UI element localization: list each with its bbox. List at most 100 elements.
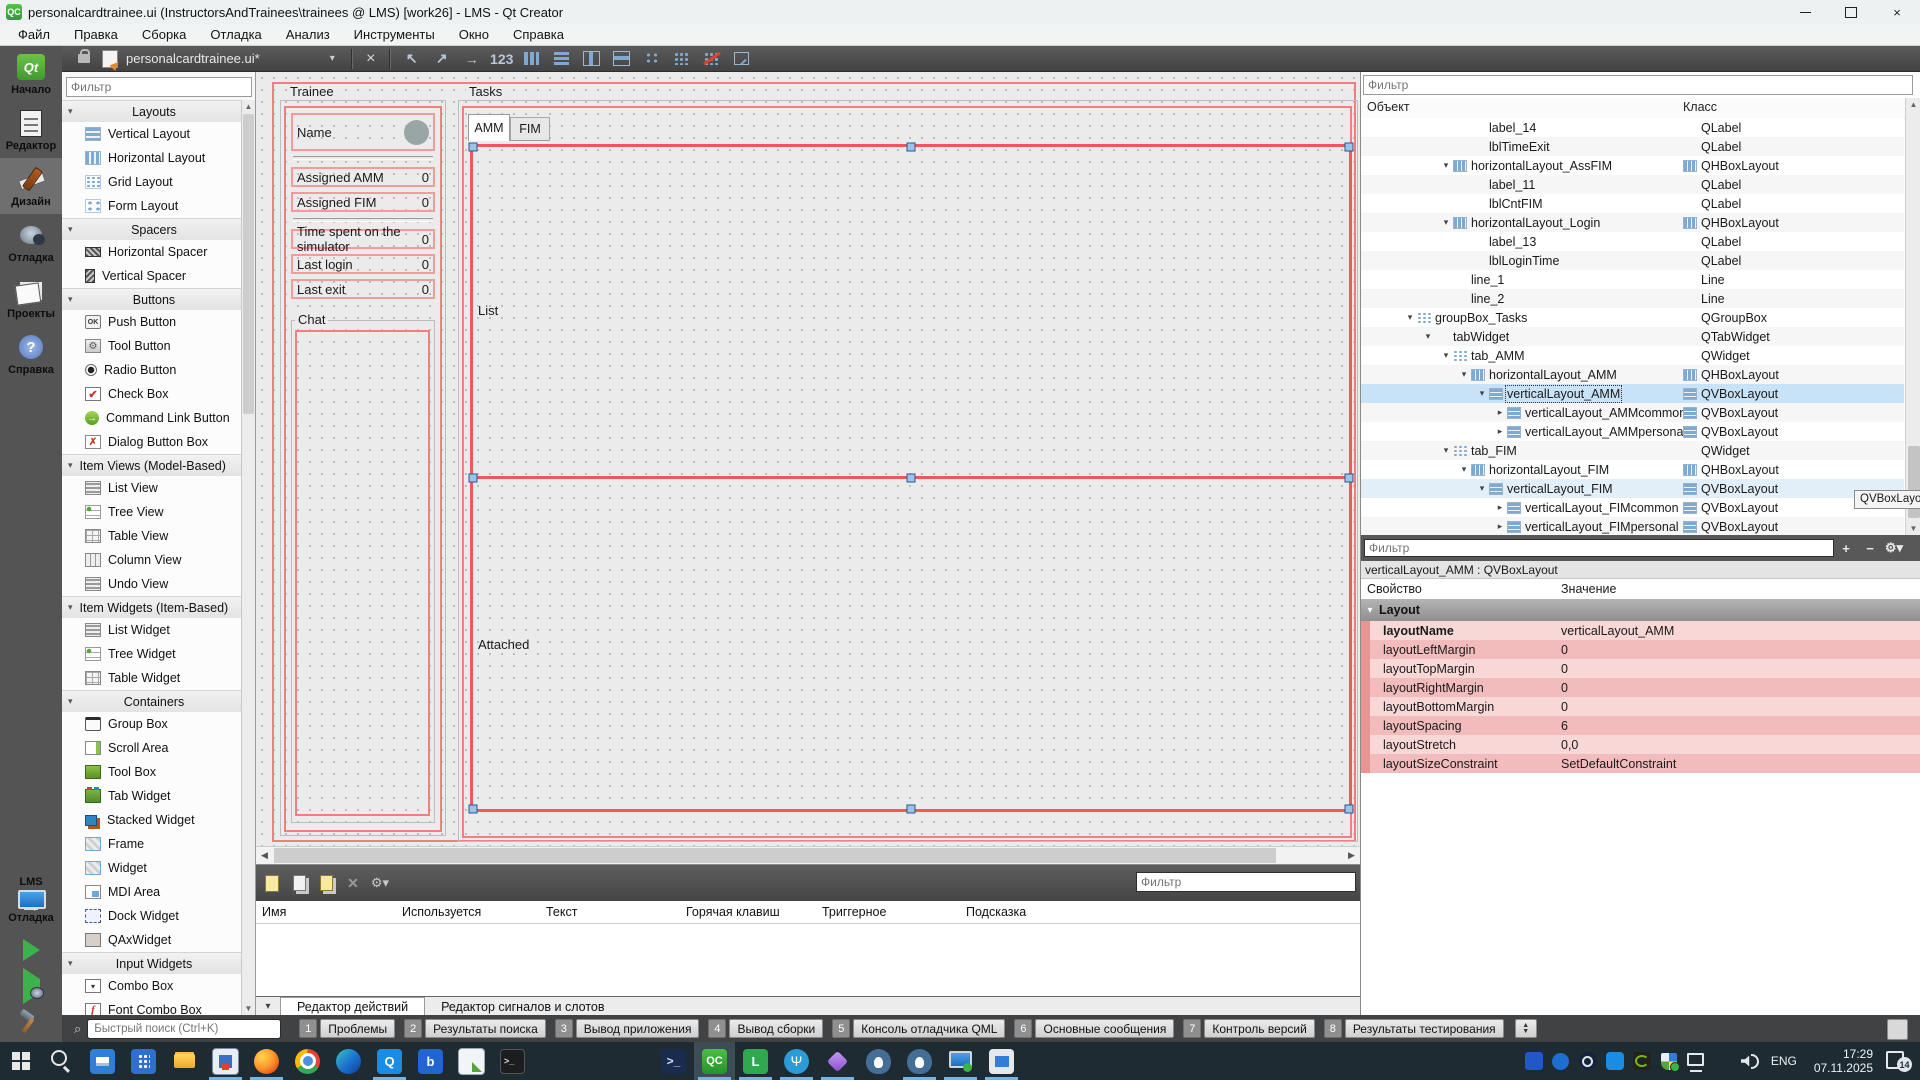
canvas-horizontal-scrollbar[interactable]: ◀ ▶ (256, 846, 1360, 864)
taskbar-app-button[interactable] (328, 1042, 369, 1080)
property-row[interactable]: layoutLeftMargin 0 (1361, 640, 1920, 659)
property-row[interactable]: layoutBottomMargin 0 (1361, 697, 1920, 716)
menu-item[interactable]: Отладка (198, 24, 273, 45)
column-value[interactable]: Значение (1561, 582, 1616, 596)
output-panel-toggle[interactable]: 8 Результаты тестирования (1324, 1019, 1504, 1038)
object-tree-row[interactable]: ▾ verticalLayout_AMM QVBoxLayout (1361, 384, 1904, 403)
open-document-selector[interactable]: personalcardtrainee.ui* (126, 51, 260, 66)
section-chevron-icon[interactable]: ▾ (68, 602, 73, 613)
taskbar-app-button[interactable]: Q (369, 1042, 410, 1080)
property-value[interactable]: 0 (1561, 662, 1568, 676)
object-tree-scrollbar[interactable]: ▲ ▼ (1905, 98, 1920, 536)
property-row[interactable]: layoutName verticalLayout_AMM (1361, 621, 1920, 640)
dock-tab[interactable]: Редактор сигналов и слотов (425, 997, 620, 1016)
action-column-header[interactable]: Триггерное (822, 905, 886, 919)
property-section-header[interactable]: ▾ Layout (1361, 599, 1920, 621)
expander-icon[interactable]: ▾ (1457, 369, 1471, 380)
object-tree-row[interactable]: label_13 QLabel (1361, 232, 1904, 251)
expander-icon[interactable]: ▾ (1457, 464, 1471, 475)
menu-item[interactable]: Справка (501, 24, 576, 45)
widgetbox-row[interactable]: Widget (62, 856, 243, 880)
locator-input[interactable] (87, 1019, 281, 1039)
scroll-up-icon[interactable]: ▲ (242, 100, 255, 113)
taskbar-app-button[interactable] (899, 1042, 940, 1080)
property-row[interactable]: layoutStretch 0,0 (1361, 735, 1920, 754)
expander-icon[interactable]: ▸ (1493, 521, 1507, 532)
designer-tool-button[interactable] (729, 49, 755, 69)
mode-button[interactable]: Проекты (0, 270, 62, 326)
debug-run-button[interactable] (23, 979, 40, 993)
property-value[interactable]: 0 (1561, 643, 1568, 657)
widgetbox-row[interactable]: Scroll Area (62, 736, 243, 760)
menu-item[interactable]: Инструменты (342, 24, 447, 45)
object-tree-row[interactable]: ▸ verticalLayout_AMMcommon QVBoxLayout (1361, 403, 1904, 422)
menu-item[interactable]: Правка (62, 24, 130, 45)
tray-icon[interactable] (1659, 1051, 1679, 1071)
expander-icon[interactable]: ▾ (1403, 312, 1417, 323)
object-tree-row[interactable]: ▾ tabWidget QTabWidget (1361, 327, 1904, 346)
selection-handle[interactable] (469, 474, 478, 483)
property-value[interactable]: SetDefaultConstraint (1561, 757, 1676, 771)
designer-tool-button[interactable]: 123 (489, 49, 515, 69)
expander-icon[interactable]: ▾ (1439, 217, 1453, 228)
object-tree-row[interactable]: ▸ verticalLayout_FIMpersonal QVBoxLayout (1361, 517, 1904, 536)
menu-item[interactable]: Сборка (130, 24, 199, 45)
expander-icon[interactable]: ▾ (1439, 445, 1453, 456)
column-object[interactable]: Объект (1367, 100, 1410, 114)
clock[interactable]: 17:29 07.11.2025 (1814, 1047, 1873, 1075)
designer-tool-button[interactable] (519, 49, 545, 69)
object-tree-row[interactable]: label_11 QLabel (1361, 175, 1904, 194)
new-action-button[interactable] (261, 873, 283, 893)
widgetbox-row[interactable]: ▾ Spacers (62, 218, 243, 240)
object-tree-row[interactable]: ▾ tab_FIM QWidget (1361, 441, 1904, 460)
chevron-down-icon[interactable]: ▾ (330, 53, 335, 64)
widgetbox-row[interactable]: QAxWidget (62, 928, 243, 952)
selected-layout-verticalLayout_AMM[interactable] (470, 144, 1352, 812)
column-class[interactable]: Класс (1683, 100, 1717, 114)
mode-button[interactable]: Дизайн (0, 158, 62, 214)
tab-amm[interactable]: AMM (468, 114, 510, 141)
time-row[interactable]: Time spent on the simulator 0 (291, 229, 435, 249)
volume-icon[interactable] (1740, 1051, 1760, 1071)
object-tree-row[interactable]: line_1 Line (1361, 270, 1904, 289)
designer-tool-button[interactable]: → (459, 49, 485, 69)
taskbar-app-button[interactable] (981, 1042, 1022, 1080)
widgetbox-row[interactable]: Vertical Spacer (62, 264, 243, 288)
time-row[interactable]: Last exit 0 (291, 279, 435, 299)
selection-handle[interactable] (907, 143, 916, 152)
taskbar-app-button[interactable] (940, 1042, 981, 1080)
taskbar-app-button[interactable] (451, 1042, 492, 1080)
taskbar-app-button[interactable] (246, 1042, 287, 1080)
property-row[interactable]: layoutSpacing 6 (1361, 716, 1920, 735)
widgetbox-scrollbar[interactable]: ▲ ▼ (241, 100, 255, 1015)
output-panel-toggle[interactable]: 7 Контроль версий (1183, 1019, 1314, 1038)
mode-button[interactable]: Редактор (0, 102, 62, 158)
property-value[interactable]: verticalLayout_AMM (1561, 624, 1674, 638)
designer-tool-button[interactable]: ↖ (399, 49, 425, 69)
taskbar-app-button[interactable] (0, 1042, 41, 1080)
property-value[interactable]: 0 (1561, 681, 1568, 695)
tab-fim[interactable]: FIM (510, 117, 550, 141)
copy-action-button[interactable] (288, 873, 310, 893)
taskbar-app-button[interactable] (205, 1042, 246, 1080)
section-chevron-icon[interactable]: ▾ (68, 460, 73, 471)
widgetbox-row[interactable]: Form Layout (62, 194, 243, 218)
expander-icon[interactable]: ▾ (1475, 483, 1489, 494)
action-filter-input[interactable] (1136, 872, 1356, 892)
scroll-down-icon[interactable]: ▼ (242, 1002, 255, 1015)
stat-row[interactable]: Assigned FIM 0 (291, 192, 435, 212)
delete-action-button[interactable]: ✕ (342, 873, 364, 893)
widgetbox-filter-input[interactable] (66, 77, 252, 97)
widgetbox-row[interactable]: → Command Link Button (62, 406, 243, 430)
widgetbox-row[interactable]: Grid Layout (62, 170, 243, 194)
object-tree-row[interactable]: lblTimeExit QLabel (1361, 137, 1904, 156)
property-row[interactable]: layoutTopMargin 0 (1361, 659, 1920, 678)
taskbar-app-button[interactable] (287, 1042, 328, 1080)
expander-icon[interactable]: ▸ (1493, 407, 1507, 418)
taskbar-app-button[interactable] (533, 1042, 653, 1080)
taskbar-app-button[interactable] (82, 1042, 123, 1080)
widgetbox-row[interactable]: Tab Widget (62, 784, 243, 808)
property-row[interactable]: layoutSizeConstraint SetDefaultConstrain… (1361, 754, 1920, 773)
dock-tab[interactable]: Редактор действий (280, 997, 425, 1016)
object-tree-row[interactable]: ▾ horizontalLayout_Login QHBoxLayout (1361, 213, 1904, 232)
